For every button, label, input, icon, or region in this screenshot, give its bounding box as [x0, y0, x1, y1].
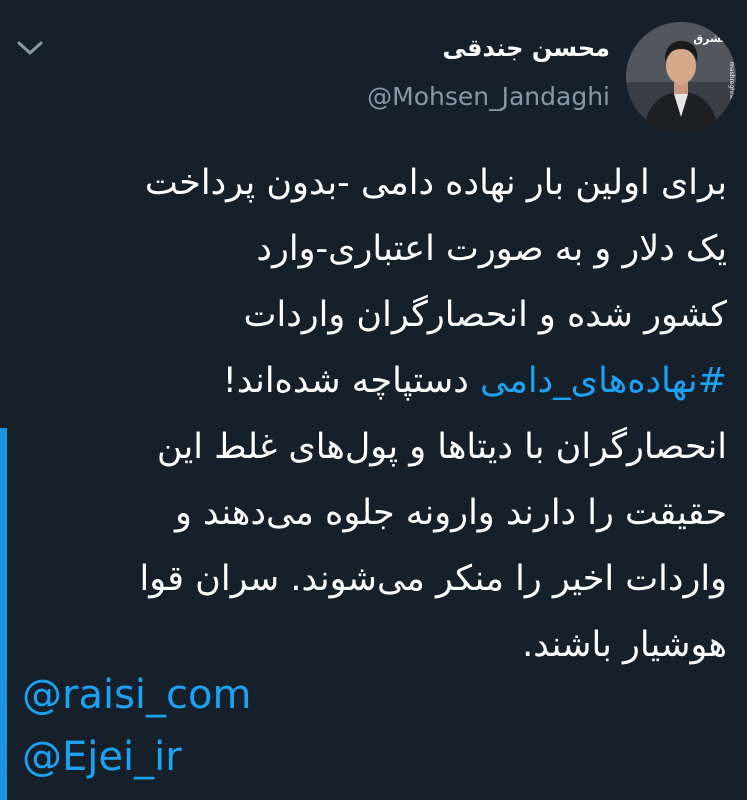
- tweet-line: هوشیار باشند.: [522, 625, 727, 665]
- hashtag-link[interactable]: #نهاده‌های_دامی: [480, 361, 727, 401]
- thread-line: [0, 428, 7, 800]
- tweet-line: یک دلار و به صورت اعتباری-وارد: [256, 229, 727, 269]
- tweet-line-hashtag: #نهاده‌های_دامی دستپاچه شده‌اند!: [27, 348, 727, 414]
- avatar[interactable]: مشرق mashreghnews.ir: [626, 22, 736, 132]
- tweet-line: برای اولین بار نهاده دامی -بدون پرداخت: [144, 163, 727, 203]
- tweet-line: کشور شده و انحصارگران واردات: [243, 295, 727, 335]
- svg-text:مشرق: مشرق: [693, 32, 728, 45]
- tweet-text: برای اولین بار نهاده دامی -بدون پرداخت ی…: [27, 150, 727, 678]
- display-name[interactable]: محسن جندقی: [443, 34, 610, 62]
- tweet-line: حقیقت را دارند وارونه جلوه می‌دهند و: [174, 493, 727, 533]
- tweet-line: واردات اخیر را منکر می‌شوند. سران قوا: [139, 559, 727, 599]
- mention-link[interactable]: @raisi_com: [22, 672, 251, 718]
- chevron-down-icon[interactable]: [16, 38, 44, 58]
- tweet-line: انحصارگران با دیتاها و پول‌های غلط این: [156, 427, 727, 467]
- user-handle[interactable]: @Mohsen_Jandaghi: [367, 82, 610, 111]
- svg-text:mashreghnews.ir: mashreghnews.ir: [728, 62, 735, 114]
- tweet-card[interactable]: مشرق mashreghnews.ir محسن جندقی @Mohsen_…: [0, 0, 747, 800]
- mention-link[interactable]: @Ejei_ir: [22, 734, 182, 780]
- tweet-line-rest: دستپاچه شده‌اند!: [222, 361, 480, 401]
